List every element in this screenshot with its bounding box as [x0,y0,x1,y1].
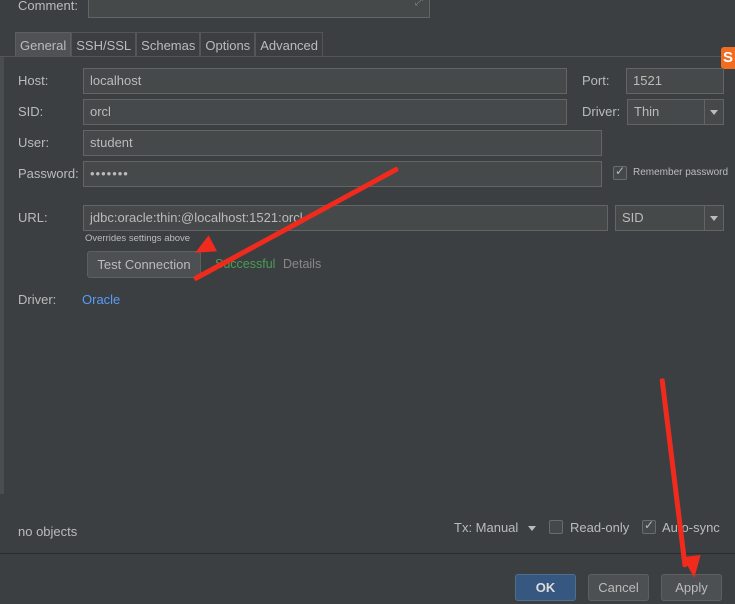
tab-ssh-ssl[interactable]: SSH/SSL [71,32,137,57]
user-label: User: [18,135,50,150]
auto-sync-label: Auto-sync [662,520,720,535]
password-input[interactable]: ••••••• [83,161,602,187]
comment-label: Comment: [18,0,78,13]
sid-label: SID: [18,104,44,119]
driver-link[interactable]: Oracle [82,292,120,307]
url-type-select[interactable]: SID [615,205,724,231]
tab-advanced[interactable]: Advanced [255,32,324,57]
tx-mode-select[interactable]: Tx: Manual [454,520,536,535]
details-link[interactable]: Details [283,257,321,271]
tab-divider [0,56,735,57]
user-input[interactable]: student [83,130,602,156]
overrides-note: Overrides settings above [85,233,191,244]
url-type-value: SID [622,210,644,225]
read-only-label: Read-only [570,520,630,535]
driver-label: Driver: [582,104,621,119]
remember-password-checkbox[interactable]: ✓ [613,164,627,180]
tab-options[interactable]: Options [200,32,256,57]
resize-icon: ⤢ [415,0,423,8]
check-icon: ✓ [615,164,626,178]
host-input[interactable]: localhost [83,68,567,94]
port-input[interactable]: 1521 [626,68,724,94]
arrow-head-icon [682,554,704,580]
footer-divider [0,553,735,554]
chevron-down-icon [527,526,536,532]
url-input[interactable]: jdbc:oracle:thin:@localhost:1521:orcl [83,205,608,231]
auto-sync-checkbox[interactable]: ✓ [642,518,656,534]
cancel-button[interactable]: Cancel [588,574,649,601]
scrollbar-track[interactable] [0,57,4,494]
tab-schemas[interactable]: Schemas [136,32,201,57]
sid-input[interactable]: orcl [83,99,567,125]
read-only-checkbox[interactable] [549,520,563,534]
remember-password-label: Remember password [633,167,729,178]
ok-button[interactable]: OK [515,574,576,601]
chevron-down-icon[interactable] [704,100,723,124]
driver-select[interactable]: Thin [627,99,724,125]
test-connection-button[interactable]: Test Connection [87,251,201,278]
port-label: Port: [582,73,610,88]
host-label: Host: [18,73,49,88]
objects-status: no objects [18,524,78,539]
annotation-arrow-apply [659,378,688,568]
driver-info-label: Driver: [18,292,57,307]
driver-select-value: Thin [634,104,660,119]
url-label: URL: [18,210,48,225]
check-icon: ✓ [644,518,655,532]
password-label: Password: [18,166,79,181]
tx-mode-label: Tx: Manual [454,520,519,535]
tab-general[interactable]: General [15,32,72,57]
chevron-down-icon[interactable] [704,206,723,230]
comment-field[interactable]: ⤢ [88,0,430,18]
tab-bar: General SSH/SSL Schemas Options Advanced [15,32,324,57]
sogou-ime-icon[interactable]: S [721,47,735,69]
